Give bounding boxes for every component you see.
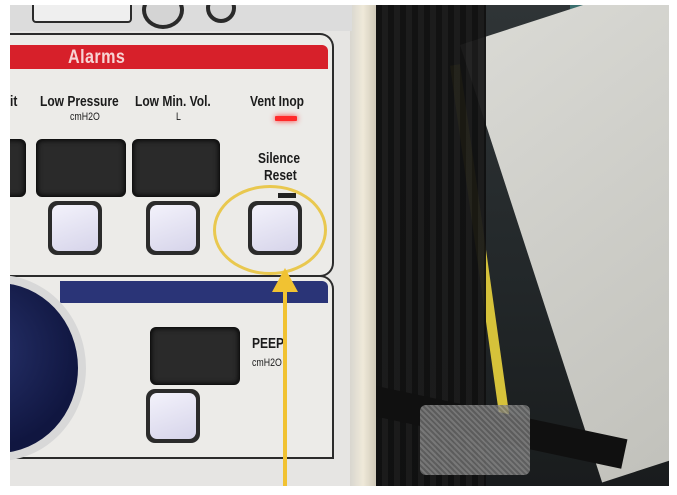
display-peep [150, 327, 240, 385]
display-low-pressure [36, 139, 126, 197]
vent-inop-led [275, 116, 297, 121]
low-min-vol-button[interactable] [146, 201, 200, 255]
top-label-box [32, 5, 132, 23]
label-peep: PEEP [252, 335, 285, 352]
label-reset: Reset [264, 167, 297, 184]
arrow-shaft [283, 290, 287, 486]
highlight-circle [213, 185, 327, 275]
display-left [10, 139, 26, 197]
ventilator-photo: Alarms it Low Pressure cmH2O Low Min. Vo… [10, 5, 669, 486]
display-low-min-vol [132, 139, 220, 197]
label-peep-unit: cmH2O [252, 357, 282, 369]
label-low-min-vol-unit: L [176, 111, 181, 123]
arrow-head [272, 268, 298, 292]
label-low-pressure-unit: cmH2O [70, 111, 100, 123]
alarms-header-bar [10, 45, 328, 69]
silver-mesh-pocket [420, 405, 530, 475]
label-low-pressure: Low Pressure [40, 93, 119, 110]
alarms-header: Alarms [68, 47, 126, 68]
label-low-min-vol: Low Min. Vol. [135, 93, 211, 110]
label-vent-inop: Vent Inop [250, 93, 304, 110]
device-panel-edge [350, 5, 376, 486]
label-truncated: it [10, 93, 18, 110]
low-pressure-button[interactable] [48, 201, 102, 255]
peep-button[interactable] [146, 389, 200, 443]
label-silence: Silence [258, 150, 301, 167]
